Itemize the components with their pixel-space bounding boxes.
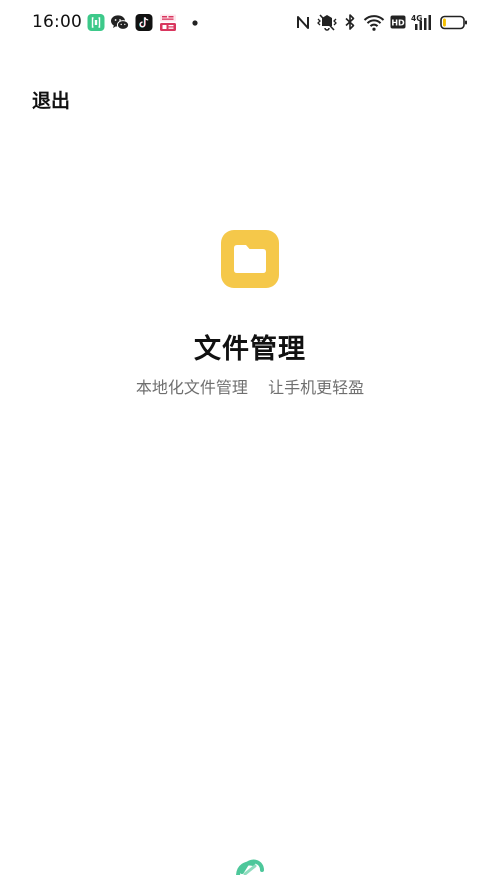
wifi-icon: [363, 13, 385, 32]
folder-icon: [221, 230, 279, 288]
brand-logo-icon: [233, 858, 267, 875]
hd-icon: HD: [390, 13, 406, 32]
mute-vibrate-icon: [315, 13, 339, 32]
app-title: 文件管理: [194, 334, 306, 365]
app-tagline: 本地化文件管理 让手机更轻盈: [135, 378, 365, 397]
exit-button[interactable]: 退出: [32, 84, 70, 115]
nfc-icon: [296, 13, 310, 32]
news-app-icon: [159, 13, 177, 32]
svg-text:HD: HD: [391, 19, 405, 28]
bracket-app-icon: [87, 13, 105, 32]
battery-icon: [440, 13, 468, 32]
status-bar: 16:00 HD 4G: [0, 0, 500, 46]
tiktok-icon: [135, 13, 153, 32]
bluetooth-icon: [344, 13, 356, 32]
signal-4g-icon: 4G: [411, 13, 433, 32]
status-time: 16:00: [32, 12, 82, 32]
screen: 16:00 HD 4G 退出 文件管理 本地化文件管理 让手机更轻盈: [0, 0, 500, 875]
more-dot-icon: [191, 13, 199, 32]
app-logo: [221, 230, 279, 288]
wechat-icon: [110, 13, 130, 32]
